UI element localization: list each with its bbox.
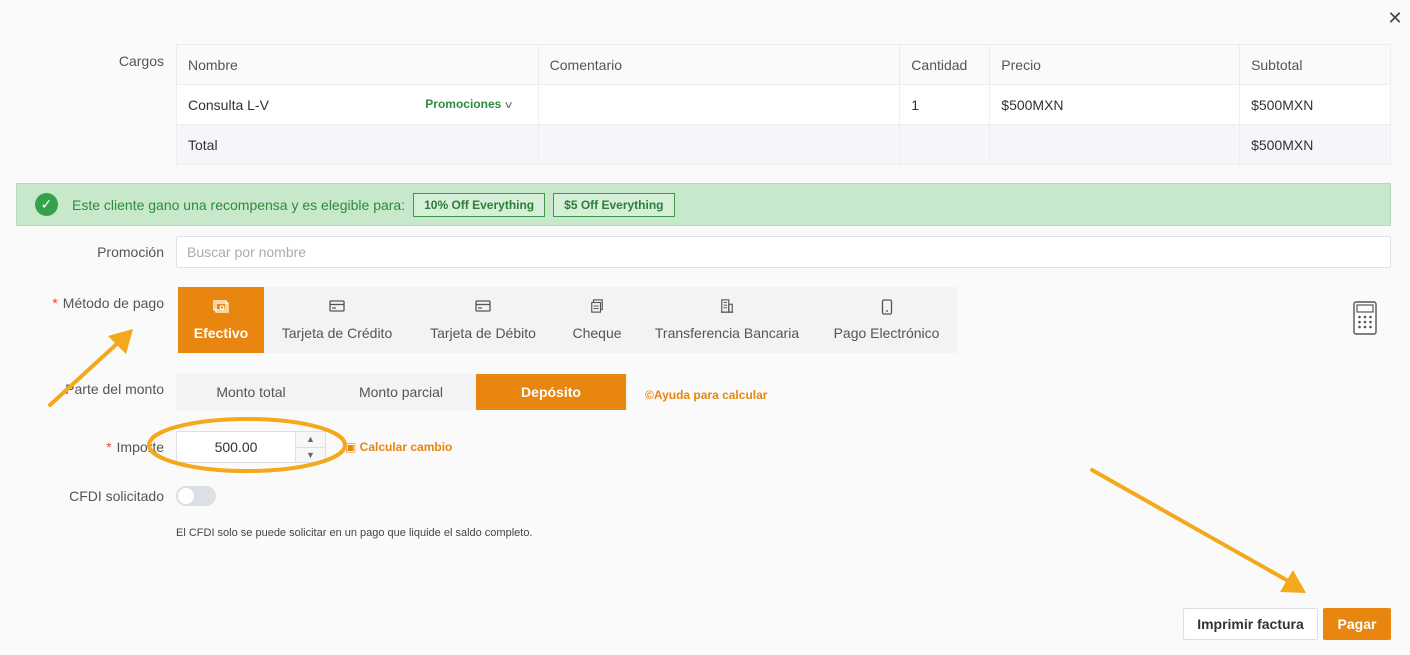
amount-part-deposit[interactable]: Depósito [476,374,626,410]
calculate-change-label: Calcular cambio [359,440,453,454]
bank-icon [719,299,735,313]
importe-stepper: ▲ ▼ [176,431,326,463]
column-header-comment: Comentario [537,44,901,85]
decrement-button[interactable]: ▼ [296,446,325,462]
charges-table: Nombre Comentario Cantidad Precio Subtot… [176,44,1391,165]
promotions-dropdown[interactable]: Promociones ∨ [425,96,515,111]
payment-method-credit-card[interactable]: Tarjeta de Crédito [264,287,410,353]
required-asterisk: * [52,295,58,311]
payment-method-electronic-label: Pago Electrónico [833,325,940,341]
payment-method-bank-transfer-label: Transferencia Bancaria [654,325,800,341]
calculate-change-link[interactable]: ▣ Calcular cambio [345,440,452,454]
stepper-controls: ▲ ▼ [295,432,325,462]
calculator-icon[interactable] [1353,301,1377,338]
total-empty-cell [899,124,991,165]
charge-name-cell: Consulta L-V Promociones ∨ [176,84,539,125]
payment-method-credit-card-label: Tarjeta de Crédito [281,325,393,341]
cash-icon: ▣ [345,440,360,454]
promotion-search-input[interactable] [176,236,1391,268]
chevron-up-icon: ▲ [306,434,315,445]
charge-quantity-cell: 1 [899,84,991,125]
close-icon[interactable]: ✕ [1386,8,1404,28]
importe-input[interactable] [177,432,295,462]
amount-part-selector: Monto total Monto parcial Depósito [176,374,628,410]
importe-label: * Importe [0,439,164,455]
credit-card-icon [329,299,345,313]
chevron-down-icon: ∨ [503,99,515,111]
charge-comment-cell[interactable] [537,84,901,125]
payment-method-bank-transfer[interactable]: Transferencia Bancaria [638,287,816,353]
total-row: Total $500MXN [176,124,1391,165]
table-header-row: Nombre Comentario Cantidad Precio Subtot… [176,44,1391,85]
total-value: $500MXN [1239,124,1391,165]
amount-part-label: Parte del monto [65,381,164,397]
print-invoice-button[interactable]: Imprimir factura [1183,608,1318,640]
calculation-help-link[interactable]: ©Ayuda para calcular [645,388,767,402]
column-header-name: Nombre [176,44,539,85]
cfdi-toggle[interactable] [176,486,216,506]
column-header-price: Precio [989,44,1241,85]
total-label: Total [176,124,539,165]
payment-method-label-text: Método de pago [62,295,164,311]
check-circle-icon: ✓ [35,193,58,216]
promotion-label: Promoción [97,244,164,260]
total-empty-cell [989,124,1241,165]
total-empty-cell [537,124,901,165]
table-row: Consulta L-V Promociones ∨ 1 $500MXN $500… [176,84,1391,125]
payment-method-check[interactable]: Cheque [556,287,638,353]
reward-text: Este cliente gano una recompensa y es el… [72,196,406,213]
reward-tag-10-off[interactable]: 10% Off Everything [413,192,546,217]
reward-banner: ✓ Este cliente gano una recompensa y es … [16,183,1391,226]
amount-part-total[interactable]: Monto total [176,374,326,410]
debit-card-icon [475,299,491,313]
charge-name: Consulta L-V [188,96,269,113]
cfdi-note: El CFDI solo se puede solicitar en un pa… [176,527,533,539]
column-header-quantity: Cantidad [899,44,991,85]
promotions-label: Promociones [425,96,502,111]
payment-method-debit-card-label: Tarjeta de Débito [430,325,536,341]
importe-label-text: Importe [116,439,164,455]
payment-method-debit-card[interactable]: Tarjeta de Débito [410,287,556,353]
payment-method-cash[interactable]: Efectivo [178,287,264,353]
annotation-arrow-pay-button [1090,468,1306,593]
check-icon [589,299,605,313]
payment-method-selector: Efectivo Tarjeta de Crédito Tarjeta de D… [178,287,957,353]
increment-button[interactable]: ▲ [296,432,325,447]
charge-subtotal-cell: $500MXN [1239,84,1391,125]
amount-part-partial[interactable]: Monto parcial [326,374,476,410]
charge-price-cell: $500MXN [989,84,1241,125]
cfdi-label: CFDI solicitado [69,488,164,504]
payment-method-electronic[interactable]: Pago Electrónico [816,287,957,353]
pay-button[interactable]: Pagar [1323,608,1391,640]
payment-method-check-label: Cheque [572,325,622,341]
cash-icon [213,299,229,313]
mobile-payment-icon [879,299,895,315]
charges-label: Cargos [118,53,164,69]
column-header-subtotal: Subtotal [1239,44,1391,85]
toggle-knob [178,488,194,504]
payment-method-cash-label: Efectivo [193,325,249,341]
reward-tag-5-off[interactable]: $5 Off Everything [553,192,675,217]
payment-method-label: * Método de pago [0,295,164,311]
required-asterisk: * [106,439,112,455]
chevron-down-icon: ▼ [306,449,315,460]
